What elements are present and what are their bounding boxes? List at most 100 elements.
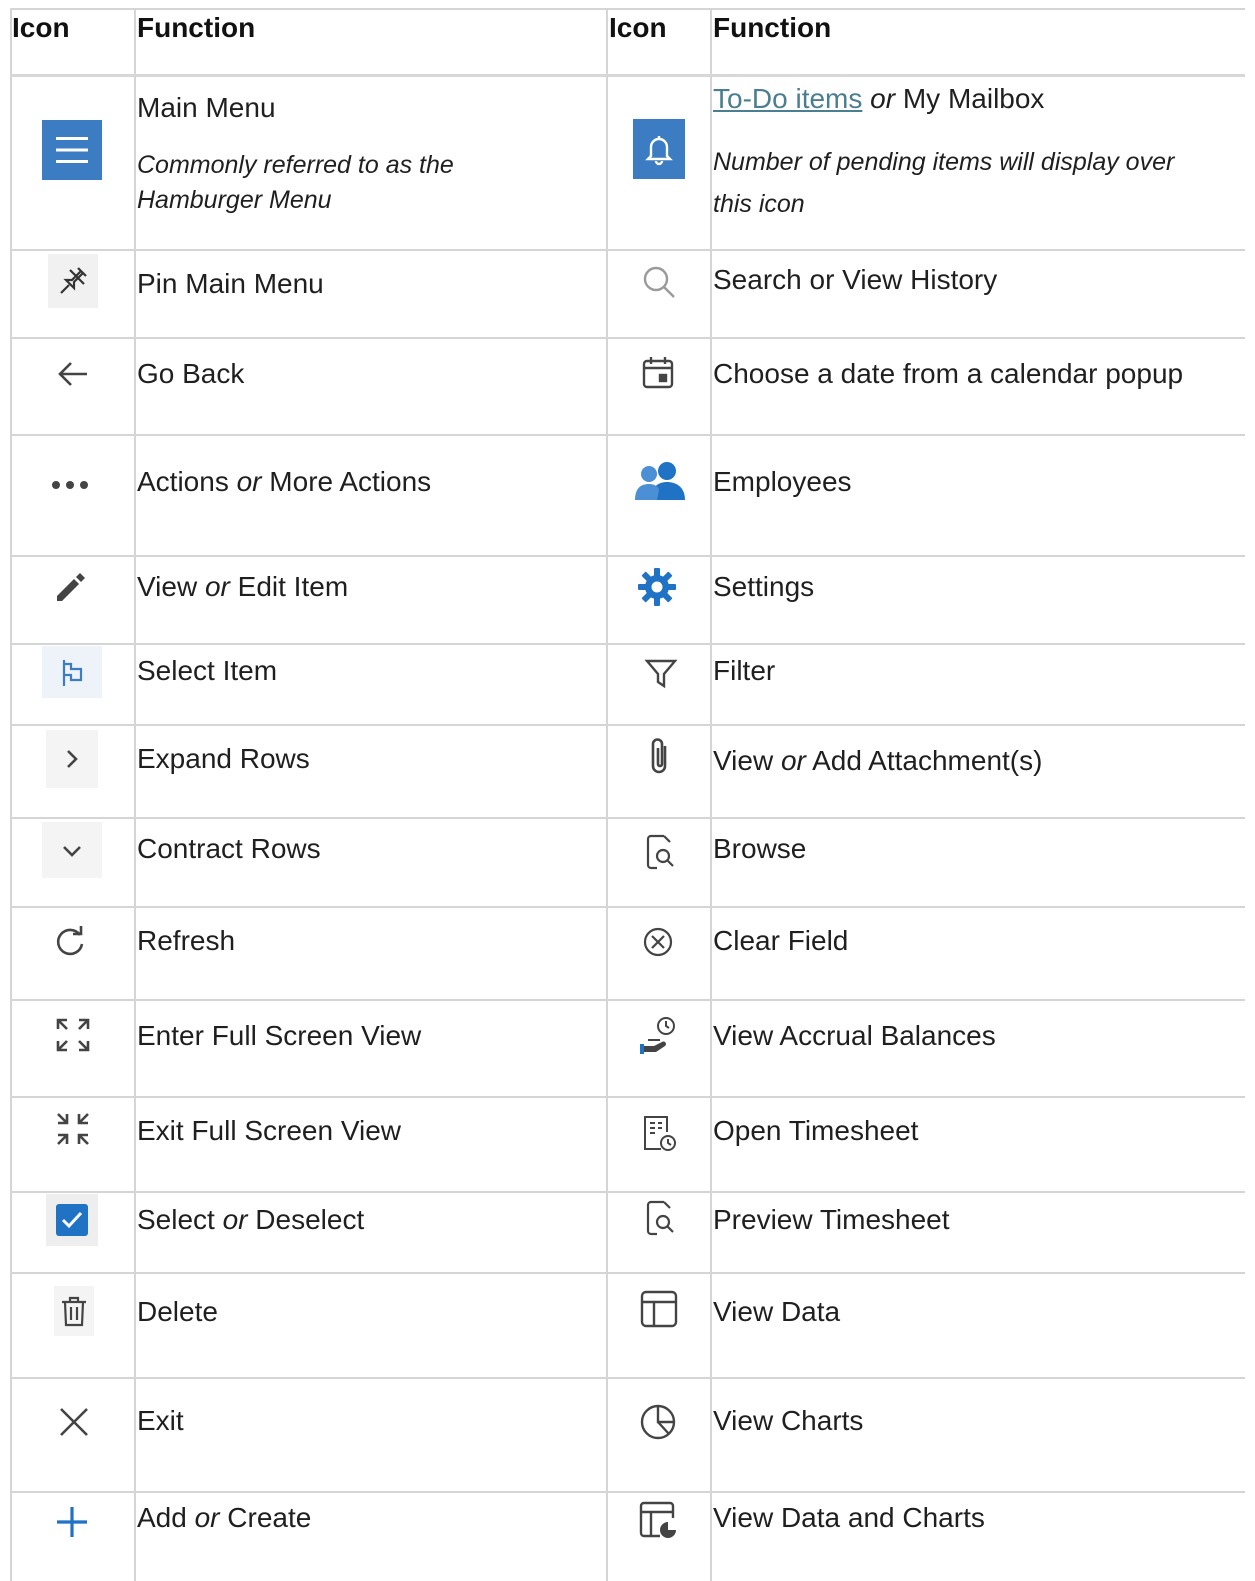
pencil-icon <box>46 563 94 611</box>
view-edit-label: View or Edit Item <box>137 569 348 604</box>
arrow-left-icon <box>52 353 94 395</box>
actions-label: Actions or More Actions <box>137 464 431 499</box>
plus-icon <box>52 1502 92 1542</box>
select-item-label: Select Item <box>137 655 278 686</box>
browse-icon <box>640 830 680 874</box>
grid-line <box>10 817 1245 819</box>
or-text: or <box>222 1204 248 1235</box>
fullscreen-exit-icon <box>50 1106 96 1152</box>
select-deselect-label: Select or Deselect <box>137 1202 364 1237</box>
contract-rows-label: Contract Rows <box>137 833 321 864</box>
grid-line <box>10 1491 1245 1493</box>
view-data-label: View Data <box>713 1296 841 1327</box>
exit-full-screen-label: Exit Full Screen View <box>137 1115 402 1146</box>
pin-main-menu-label: Pin Main Menu <box>137 268 324 299</box>
fullscreen-enter-icon <box>50 1012 96 1058</box>
add-text: Add <box>137 1502 187 1533</box>
header-function-right: Function <box>713 12 832 43</box>
header-icon-left: Icon <box>12 12 70 43</box>
grid-line <box>606 8 608 1581</box>
attachments-label: View or Add Attachment(s) <box>713 743 1042 778</box>
my-mailbox-text: My Mailbox <box>902 83 1045 114</box>
employees-label: Employees <box>713 466 852 497</box>
or-text: or <box>204 571 230 602</box>
search-icon <box>637 260 681 304</box>
browse-label: Browse <box>713 833 807 864</box>
chevron-down-icon <box>42 822 102 878</box>
accrual-balance-icon <box>632 1012 684 1062</box>
todo-note-line1: Number of pending items will display ove… <box>713 148 1175 176</box>
grid-line <box>10 337 1245 339</box>
bell-icon <box>633 119 685 179</box>
pin-icon <box>48 254 98 308</box>
grid-line <box>710 8 712 1581</box>
grid-line <box>10 999 1245 1001</box>
main-menu-note-line2: Hamburger Menu <box>137 186 332 214</box>
actions-text: Actions <box>137 466 229 497</box>
clear-field-label: Clear Field <box>713 925 849 956</box>
grid-line <box>10 8 1245 10</box>
grid-line <box>10 1191 1245 1193</box>
go-back-label: Go Back <box>137 358 245 389</box>
timesheet-icon <box>637 1110 681 1156</box>
exit-label: Exit <box>137 1405 184 1436</box>
grid-line <box>10 1096 1245 1098</box>
flag-select-icon <box>42 646 102 698</box>
create-text: Create <box>227 1502 312 1533</box>
or-text: or <box>194 1502 220 1533</box>
expand-rows-label: Expand Rows <box>137 743 310 774</box>
edit-item-text: Edit Item <box>237 571 349 602</box>
table-data-icon <box>636 1286 682 1332</box>
preview-icon <box>640 1196 680 1240</box>
main-menu-label: Main Menu <box>137 92 276 123</box>
deselect-text: Deselect <box>255 1204 365 1235</box>
header-icon-right: Icon <box>609 12 667 43</box>
grid-line <box>10 1377 1245 1379</box>
ellipsis-icon <box>46 470 94 500</box>
enter-full-screen-label: Enter Full Screen View <box>137 1020 422 1051</box>
grid-line <box>10 8 12 1581</box>
accrual-balances-label: View Accrual Balances <box>713 1020 996 1051</box>
search-history-label: Search or View History <box>713 264 998 295</box>
header-function-left: Function <box>137 12 256 43</box>
view-data-charts-label: View Data and Charts <box>713 1502 985 1533</box>
pie-chart-icon <box>636 1400 680 1444</box>
grid-line <box>10 724 1245 726</box>
grid-line <box>134 8 136 1581</box>
add-attachments-text: Add Attachment(s) <box>812 745 1043 776</box>
close-x-icon <box>54 1402 94 1442</box>
icon-reference-table: Icon Function Icon Function Main Menu Co… <box>0 0 1255 1581</box>
grid-line <box>10 906 1245 908</box>
or-text: or <box>236 466 262 497</box>
clear-circle-x-icon <box>638 922 678 962</box>
view-charts-label: View Charts <box>713 1405 864 1436</box>
hamburger-menu-icon <box>42 120 102 180</box>
select-text: Select <box>137 1204 215 1235</box>
trash-icon <box>54 1286 94 1336</box>
view-text: View <box>713 745 774 776</box>
or-text: or <box>870 83 896 114</box>
settings-gear-icon <box>634 564 680 610</box>
calendar-icon <box>637 352 679 394</box>
open-timesheet-label: Open Timesheet <box>713 1115 919 1146</box>
employees-icon <box>632 458 688 504</box>
calendar-popup-label: Choose a date from a calendar popup <box>713 358 1184 389</box>
todo-items-link[interactable]: To-Do items <box>713 83 862 114</box>
data-chart-icon <box>636 1498 682 1542</box>
refresh-icon <box>48 920 92 964</box>
more-actions-text: More Actions <box>269 466 432 497</box>
paperclip-icon <box>640 731 678 781</box>
or-text: or <box>780 745 806 776</box>
refresh-label: Refresh <box>137 925 236 956</box>
grid-line <box>10 643 1245 645</box>
todo-note-line2: this icon <box>713 190 805 218</box>
grid-line <box>10 1272 1245 1274</box>
delete-label: Delete <box>137 1296 218 1327</box>
todo-mailbox-label: To-Do items or My Mailbox <box>713 81 1044 116</box>
grid-line <box>10 249 1245 251</box>
filter-icon <box>640 652 682 694</box>
preview-timesheet-label: Preview Timesheet <box>713 1204 950 1235</box>
view-text: View <box>137 571 198 602</box>
filter-label: Filter <box>713 655 776 686</box>
grid-line <box>10 555 1245 557</box>
